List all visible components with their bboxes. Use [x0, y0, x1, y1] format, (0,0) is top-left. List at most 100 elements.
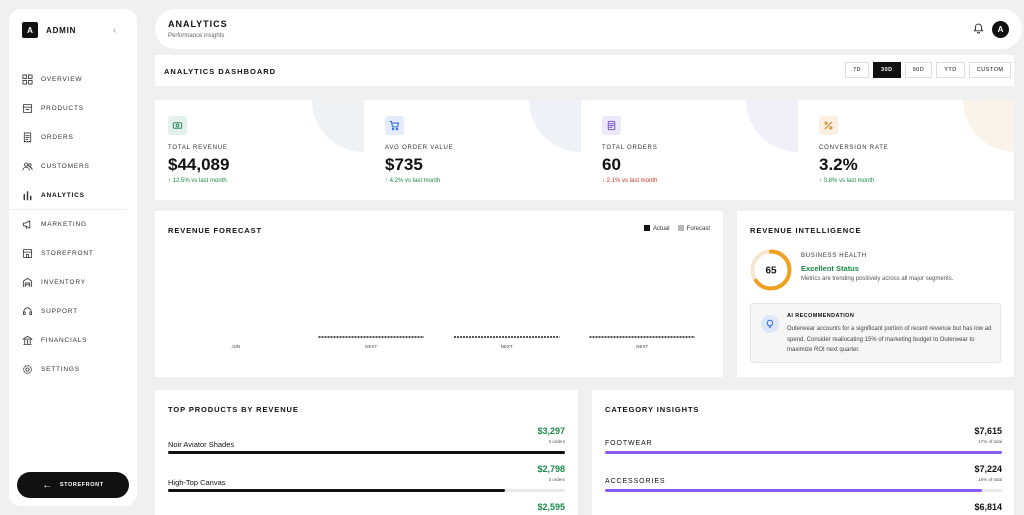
x-tick-label: JUN — [231, 344, 240, 349]
product-row[interactable]: $2,798 3 orders High-Top Canvas — [168, 464, 565, 502]
kpi-label: CONVERSION RATE — [819, 145, 889, 151]
row-name: High-Top Canvas — [168, 478, 226, 487]
megaphone-icon — [22, 220, 31, 230]
kpi-card: AVG ORDER VALUE $735 ↑ 4.2% vs last month — [372, 100, 589, 200]
sidebar-item-label: ANALYTICS — [41, 191, 85, 199]
kpi-label: TOTAL ORDERS — [602, 145, 658, 151]
revenue-intelligence-title: REVENUE INTELLIGENCE — [750, 226, 862, 235]
health-description: Metrics are trending positively across a… — [801, 276, 954, 282]
kpi-delta: ↑ 4.2% vs last month — [385, 178, 441, 184]
range-custom[interactable]: CUSTOM — [968, 62, 1012, 78]
product-row[interactable]: $3,297 3 orders Noir Aviator Shades — [168, 426, 565, 464]
storefront-button[interactable]: ← STOREFRONT — [17, 472, 129, 498]
headset-icon — [22, 307, 33, 316]
sidebar-item-orders[interactable]: ORDERS — [9, 123, 137, 152]
dashboard-toolbar: ANALYTICS DASHBOARD 7D 30D 90D YTD CUSTOM — [155, 55, 1014, 86]
kpi-icon — [168, 116, 187, 135]
range-ytd[interactable]: YTD — [936, 62, 965, 78]
sidebar-item-products[interactable]: PRODUCTS — [9, 94, 137, 123]
sidebar-item-financials[interactable]: FINANCIALS — [9, 326, 137, 355]
ai-recommendation-text: Outerwear accounts for a significant por… — [787, 326, 992, 353]
health-score-value: 65 — [765, 266, 777, 277]
sidebar-item-label: MARKETING — [41, 221, 87, 228]
warehouse-icon — [22, 277, 33, 288]
category-row[interactable]: $7,224 16% of total ACCESSORIES — [605, 464, 1002, 502]
kpi-card: CONVERSION RATE 3.2% ↑ 0.8% vs last month — [806, 100, 1014, 200]
row-value: $6,814 — [974, 502, 1002, 512]
sidebar: A ADMIN ‹ OVERVIEW PRODUCTS ORDERS CUSTOMER… — [9, 9, 137, 506]
kpi-card: TOTAL REVENUE $44,089 ↑ 12.5% vs last mont… — [155, 100, 372, 200]
range-90d[interactable]: 90D — [904, 62, 933, 78]
top-header: ANALYTICS Performance insights A — [155, 9, 1022, 49]
range-7d[interactable]: 7D — [845, 62, 870, 78]
sidebar-item-storefront[interactable]: STOREFRONT — [9, 239, 137, 268]
receipt-icon — [23, 132, 32, 143]
document-icon — [607, 120, 616, 131]
kpi-delta: ↑ 12.5% vs last month — [168, 178, 227, 184]
sidebar-item-settings[interactable]: SETTINGS — [9, 355, 137, 384]
dashboard-title: ANALYTICS DASHBOARD — [164, 67, 277, 76]
kpi-decoration — [312, 100, 364, 152]
legend-actual-label: Actual — [652, 226, 670, 232]
sidebar-item-label: PRODUCTS — [41, 105, 84, 112]
row-progress-track — [605, 451, 1002, 454]
row-value: $3,297 — [537, 426, 565, 436]
revenue-forecast-card: JUN NEXT NEXT NEXT REVENUE FORECAST Actual … — [155, 211, 723, 377]
kpi-value: $44,089 — [168, 155, 230, 174]
category-insights-title: CATEGORY INSIGHTS — [605, 405, 700, 414]
kpi-value: $735 — [385, 155, 423, 174]
gear-icon — [23, 365, 32, 374]
row-value: $7,224 — [974, 464, 1002, 474]
logo-mark: A — [22, 22, 38, 38]
row-subtext: 16% of total — [978, 477, 1002, 482]
sidebar-item-label: FINANCIALS — [41, 337, 88, 344]
avatar[interactable]: A — [992, 21, 1009, 38]
row-name: Noir Aviator Shades — [168, 440, 235, 449]
sidebar-item-label: INVENTORY — [41, 279, 86, 286]
row-progress-fill — [605, 451, 1002, 454]
ai-recommendation-title: AI RECOMMENDATION — [787, 313, 855, 319]
brand-name: ADMIN — [46, 25, 77, 35]
row-value: $2,798 — [537, 464, 565, 474]
legend-actual: Actual — [643, 225, 670, 232]
revenue-intelligence-card: REVENUE INTELLIGENCE 65 BUSINESS HEALTH … — [737, 211, 1014, 377]
kpi-value: 3.2% — [819, 155, 858, 174]
sidebar-item-customers[interactable]: CUSTOMERS — [9, 152, 137, 181]
row-name: ACCESSORIES — [605, 478, 666, 485]
logo[interactable]: A ADMIN — [22, 22, 76, 38]
kpi-decoration — [529, 100, 581, 152]
legend-forecast-label: Forecast — [686, 226, 710, 232]
row-progress-fill — [168, 489, 506, 492]
product-row[interactable]: $2,595 — [168, 502, 565, 515]
sidebar-item-label: ORDERS — [41, 134, 74, 141]
category-insights-card: CATEGORY INSIGHTS $7,615 17% of total FOOT… — [592, 390, 1014, 515]
range-30d[interactable]: 30D — [873, 62, 901, 78]
page-title: ANALYTICS — [168, 19, 228, 29]
arrow-left-icon: ← — [42, 479, 53, 491]
category-row[interactable]: $6,814 — [605, 502, 1002, 515]
sidebar-item-inventory[interactable]: INVENTORY — [9, 268, 137, 297]
kpi-label: TOTAL REVENUE — [168, 145, 228, 151]
sidebar-item-label: OVERVIEW — [41, 76, 83, 83]
percent-icon — [824, 121, 833, 130]
sidebar-item-overview[interactable]: OVERVIEW — [9, 65, 137, 94]
row-name: FOOTWEAR — [605, 440, 653, 447]
lightbulb-icon — [761, 315, 779, 333]
bell-icon[interactable] — [973, 23, 984, 34]
sidebar-item-support[interactable]: SUPPORT — [9, 297, 137, 326]
row-value: $7,615 — [974, 426, 1002, 436]
chart-legend: Actual Forecast — [643, 225, 710, 232]
sidebar-item-label: STOREFRONT — [41, 250, 94, 257]
sidebar-item-marketing[interactable]: MARKETING — [9, 210, 137, 239]
sidebar-item-analytics[interactable]: ANALYTICS — [9, 181, 127, 210]
page-subtitle: Performance insights — [168, 33, 225, 39]
ai-recommendation: AI RECOMMENDATION Outerwear accounts for… — [750, 303, 1001, 363]
sidebar-nav: OVERVIEW PRODUCTS ORDERS CUSTOMERS ANALYTICS… — [9, 65, 137, 384]
category-row[interactable]: $7,615 17% of total FOOTWEAR — [605, 426, 1002, 464]
kpi-label: AVG ORDER VALUE — [385, 145, 454, 151]
collapse-sidebar-icon[interactable]: ‹ — [113, 25, 116, 36]
x-tick-label: NEXT — [501, 344, 513, 349]
kpi-card: TOTAL ORDERS 60 ↓ 2.1% vs last month — [589, 100, 806, 200]
bar-chart-icon — [23, 190, 32, 200]
health-status: Excellent Status — [801, 264, 859, 273]
